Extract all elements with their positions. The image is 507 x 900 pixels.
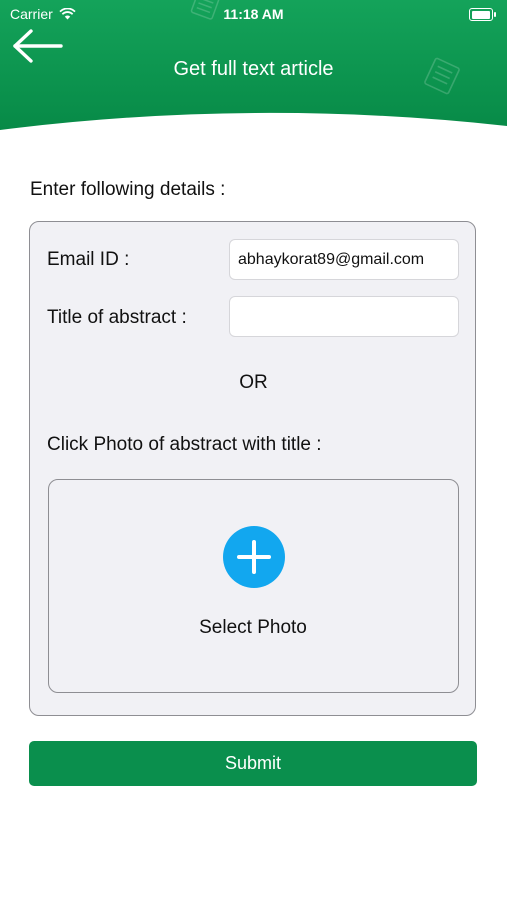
email-field[interactable]: abhaykorat89@gmail.com (229, 239, 459, 280)
status-bar: Carrier 11:18 AM (0, 0, 507, 28)
email-label: Email ID : (47, 249, 130, 270)
photo-picker[interactable]: Select Photo (48, 479, 459, 693)
submit-button[interactable]: Submit (29, 741, 477, 786)
plus-icon[interactable] (223, 526, 285, 588)
header: Carrier 11:18 AM Get full text article (0, 0, 507, 160)
page-title: Get full text article (173, 58, 334, 80)
details-card: Email ID : abhaykorat89@gmail.com Title … (29, 221, 476, 716)
form-prompt: Enter following details : (30, 179, 226, 200)
select-photo-label: Select Photo (199, 617, 307, 638)
title-field[interactable] (229, 296, 459, 337)
photo-label: Click Photo of abstract with title : (47, 434, 322, 455)
or-divider: OR (239, 372, 268, 393)
status-time: 11:18 AM (223, 6, 284, 22)
battery-icon (469, 8, 496, 21)
title-label: Title of abstract : (47, 307, 187, 328)
